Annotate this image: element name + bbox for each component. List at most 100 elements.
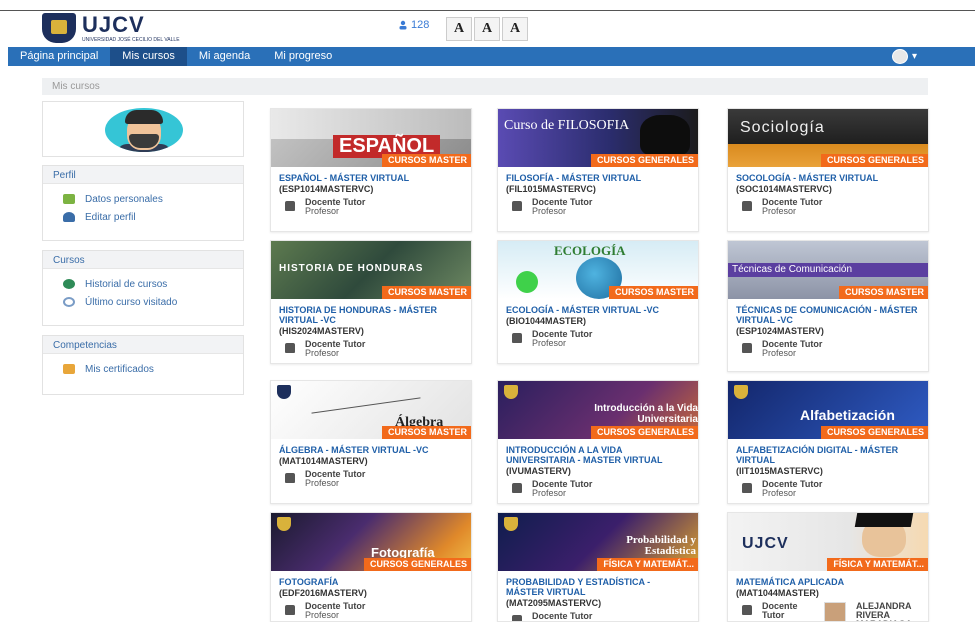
course-image: ESPAÑOL CURSOS MASTER (271, 109, 471, 167)
course-teacher: Docente TutorProfesor (728, 476, 928, 502)
sidebar-item-label: Datos personales (85, 193, 163, 205)
chevron-down-icon: ▾ (911, 51, 917, 62)
course-title[interactable]: FILOSOFÍA - MÁSTER VIRTUAL (498, 167, 698, 183)
course-title[interactable]: INTRODUCCIÓN A LA VIDA UNIVERSITARIA - M… (498, 439, 698, 465)
course-card-alfabetizacion[interactable]: Alfabetización CURSOS GENERALES ALFABETI… (727, 380, 929, 504)
course-image-text: Probabilidad y Estadística (626, 534, 696, 557)
sidebar-item-label: Editar perfil (85, 211, 136, 223)
course-title[interactable]: PROBABILIDAD Y ESTADÍSTICA - MÁSTER VIRT… (498, 571, 698, 597)
teacher-role: Profesor (532, 338, 567, 348)
course-image: Probabilidad y Estadística FÍSICA Y MATE… (498, 513, 698, 571)
main-navbar: Página principal Mis cursos Mi agenda Mi… (8, 47, 975, 66)
course-card-ecologia[interactable]: ECOLOGÍA CURSOS MASTER ECOLOGÍA - MÁSTER… (497, 240, 699, 364)
course-teacher: Docente TutorProfesor (498, 194, 698, 220)
course-image-text: Sociología (740, 119, 825, 136)
font-size-medium-button[interactable]: A (474, 17, 500, 41)
course-category-badge: CURSOS GENERALES (363, 558, 471, 571)
course-category-badge: FÍSICA Y MATEMÁT... (597, 558, 698, 571)
course-card-algebra[interactable]: Álgebra CURSOS MASTER ÁLGEBRA - MÁSTER V… (270, 380, 472, 504)
course-teacher: Docente TutorProfesor (271, 194, 471, 220)
course-code: (MAT1014MASTERV) (279, 456, 368, 466)
sidebar-item-ultimo-curso[interactable]: Último curso visitado (43, 293, 243, 311)
nav-item-mi-agenda[interactable]: Mi agenda (187, 47, 262, 66)
teacher-icon (285, 343, 295, 353)
course-title[interactable]: MATEMÁTICA APLICADA (728, 571, 928, 587)
sidebar-item-label: Último curso visitado (85, 296, 178, 308)
course-teacher: Docente TutorProfesor (728, 194, 928, 220)
teacher-icon (512, 201, 522, 211)
course-code: (SOC1014MASTERVC) (736, 184, 832, 194)
course-category-badge: CURSOS GENERALES (820, 154, 928, 167)
nav-item-pagina-principal[interactable]: Página principal (8, 47, 110, 66)
course-code: (ESP1014MASTERVC) (279, 184, 374, 194)
course-card-probabilidad[interactable]: Probabilidad y Estadística FÍSICA Y MATE… (497, 512, 699, 622)
teacher-role: Profesor (305, 206, 340, 216)
sidebar-item-label: Historial de cursos (85, 278, 168, 290)
course-category-badge: CURSOS MASTER (838, 286, 928, 299)
course-title[interactable]: ECOLOGÍA - MÁSTER VIRTUAL -VC (498, 299, 698, 315)
course-image: Álgebra CURSOS MASTER (271, 381, 471, 439)
breadcrumb-item-mis-cursos[interactable]: Mis cursos (52, 81, 100, 92)
sidebar-perfil-block: Perfil Datos personales Editar perfil (42, 165, 244, 241)
course-category-badge: CURSOS GENERALES (820, 426, 928, 439)
course-card-historia[interactable]: HISTORIA DE HONDURAS CURSOS MASTER HISTO… (270, 240, 472, 364)
course-teacher: Docente TutorProfesor (271, 336, 471, 362)
course-teacher: Docente TutorProfesor (498, 476, 698, 502)
ujcv-logo[interactable]: UJCV UNIVERSIDAD JOSÉ CECILIO DEL VALLE (42, 13, 180, 43)
course-card-fotografia[interactable]: Fotografía CURSOS GENERALES FOTOGRAFÍA (… (270, 512, 472, 622)
course-title[interactable]: ÁLGEBRA - MÁSTER VIRTUAL -VC (271, 439, 471, 455)
course-image-text: Técnicas de Comunicación (732, 264, 853, 275)
history-icon (63, 279, 75, 289)
teacher2-name: ALEJANDRA RIVERA MARADIAGA (856, 601, 912, 622)
teacher-role: Profesor (762, 206, 797, 216)
course-category-badge: CURSOS MASTER (381, 426, 471, 439)
course-title[interactable]: ALFABETIZACIÓN DIGITAL - MÁSTER VIRTUAL (728, 439, 928, 465)
course-category-badge: CURSOS MASTER (608, 286, 698, 299)
sidebar-item-editar-perfil[interactable]: Editar perfil (43, 208, 243, 226)
course-card-espanol[interactable]: ESPAÑOL CURSOS MASTER ESPAÑOL - MÁSTER V… (270, 108, 472, 232)
course-code: (BIO1044MASTER) (506, 316, 587, 326)
course-card-sociologia[interactable]: Sociología CURSOS GENERALES SOCOLOGÍA - … (727, 108, 929, 232)
teacher-icon (742, 343, 752, 353)
course-teacher: Docente TutorProfesor (728, 336, 928, 362)
certificate-icon (63, 364, 75, 374)
course-card-tecnicas[interactable]: Técnicas de Comunicación CURSOS MASTER T… (727, 240, 929, 372)
breadcrumb: Mis cursos (42, 78, 928, 95)
sidebar-item-datos-personales[interactable]: Datos personales (43, 190, 243, 208)
course-teacher: Docente TutorProfesor (498, 326, 698, 352)
course-card-matematica-aplicada[interactable]: UJCV FÍSICA Y MATEMÁT... MATEMÁTICA APLI… (727, 512, 929, 622)
course-category-badge: FÍSICA Y MATEMÁT... (827, 558, 928, 571)
course-image-text: Alfabetización (800, 407, 895, 423)
sidebar-item-historial-cursos[interactable]: Historial de cursos (43, 275, 243, 293)
nav-item-mi-progreso[interactable]: Mi progreso (262, 47, 344, 66)
course-card-introduccion[interactable]: Introducción a la Vida Universitaria CUR… (497, 380, 699, 504)
course-image: Fotografía CURSOS GENERALES (271, 513, 471, 571)
target-icon (63, 297, 75, 307)
sidebar-item-mis-certificados[interactable]: Mis certificados (43, 360, 243, 378)
course-teacher: Docente Tutor ALEJANDRA RIVERA MARADIAGA (728, 598, 928, 622)
course-title[interactable]: SOCOLOGÍA - MÁSTER VIRTUAL (728, 167, 928, 183)
course-code: (IVUMASTERV) (506, 466, 571, 476)
course-title[interactable]: TÉCNICAS DE COMUNICACIÓN - MÁSTER VIRTUA… (728, 299, 928, 325)
teacher-avatar (824, 602, 846, 621)
user-menu[interactable]: ▾ (891, 49, 917, 64)
course-title[interactable]: FOTOGRAFÍA (271, 571, 471, 587)
font-size-small-button[interactable]: A (446, 17, 472, 41)
font-size-large-button[interactable]: A (502, 17, 528, 41)
course-image-text: Introducción a la Vida Universitaria (594, 403, 698, 425)
course-code: (EDF2016MASTERV) (279, 588, 367, 598)
sidebar-competencias-title: Competencias (43, 336, 243, 354)
course-title[interactable]: ESPAÑOL - MÁSTER VIRTUAL (271, 167, 471, 183)
teacher-role: Profesor (532, 206, 567, 216)
course-card-filosofia[interactable]: Curso de FILOSOFIA CURSOS GENERALES FILO… (497, 108, 699, 232)
course-title[interactable]: HISTORIA DE HONDURAS - MÁSTER VIRTUAL -V… (271, 299, 471, 325)
course-category-badge: CURSOS GENERALES (590, 426, 698, 439)
teacher-role: Profesor (305, 610, 340, 620)
profile-avatar[interactable] (105, 108, 183, 152)
users-online-counter: 128 (398, 19, 429, 31)
teacher-icon (742, 483, 752, 493)
course-image: Alfabetización CURSOS GENERALES (728, 381, 928, 439)
shield-icon (42, 13, 76, 43)
nav-item-mis-cursos[interactable]: Mis cursos (110, 47, 187, 66)
teacher-icon (512, 483, 522, 493)
